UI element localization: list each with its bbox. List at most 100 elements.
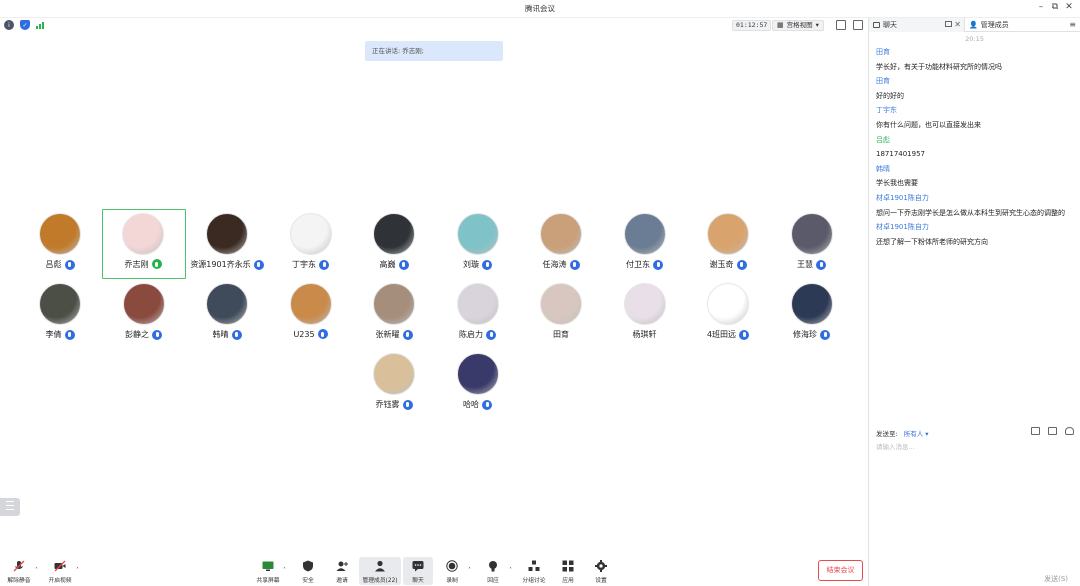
reaction-button[interactable]: 回应 <box>476 557 510 585</box>
participant-name-row: 资源1901齐永乐 <box>185 259 269 270</box>
settings-button[interactable]: 设置 <box>584 557 618 585</box>
chevron-up-icon[interactable]: ˄ <box>76 567 79 574</box>
send-to-select[interactable]: 所有人 ▾ <box>904 428 929 438</box>
send-button[interactable]: 发送(S) <box>1044 574 1068 584</box>
chevron-down-icon: ▾ <box>815 21 819 29</box>
chat-sender[interactable]: 丁宇东 <box>876 103 1080 118</box>
chevron-up-icon[interactable]: ˄ <box>509 567 512 574</box>
manage-members-button[interactable]: 管理成员(22) <box>359 557 401 585</box>
participant-name-row: 彭静之 <box>102 329 186 340</box>
participant-tile[interactable]: 资源1901齐永乐 <box>185 209 269 279</box>
participant-tile[interactable]: 田育 <box>519 279 603 349</box>
participant-tile[interactable]: 李倩 <box>18 279 102 349</box>
participant-tile[interactable]: 哈哈 <box>436 349 520 419</box>
breakout-icon <box>528 560 540 572</box>
participant-tile[interactable]: 王慧 <box>770 209 854 279</box>
participant-tile[interactable]: 张新曜 <box>352 279 436 349</box>
apps-icon <box>562 560 574 572</box>
microphone-muted-icon <box>13 560 25 572</box>
participant-tile[interactable]: 付卫东 <box>603 209 687 279</box>
chat-sender[interactable]: 材卓1901陈自力 <box>876 220 1080 235</box>
participant-tile[interactable]: 彭静之 <box>102 279 186 349</box>
chat-icon <box>873 21 880 28</box>
chat-button[interactable]: 聊天 <box>403 557 433 585</box>
mute-button[interactable]: 解除静音 <box>2 557 36 585</box>
participant-name-row: 李倩 <box>18 329 102 340</box>
avatar <box>540 283 582 325</box>
participant-tile[interactable]: 刘璇 <box>436 209 520 279</box>
avatar <box>707 213 749 255</box>
share-screen-icon <box>262 560 274 572</box>
view-switch-button[interactable]: ▦ 宫格视图 ▾ <box>772 20 824 31</box>
tab-manage-members[interactable]: 👤 管理成员 <box>965 18 1063 32</box>
record-button[interactable]: 录制 <box>435 557 469 585</box>
end-meeting-button[interactable]: 结束会议 <box>818 560 863 581</box>
close-icon[interactable]: ✕ <box>1062 2 1076 12</box>
microphone-icon <box>820 329 830 340</box>
chat-input[interactable]: 请输入消息... <box>876 441 915 451</box>
video-button[interactable]: 开启视频 <box>43 557 77 585</box>
avatar <box>39 213 81 255</box>
menu-icon[interactable]: ≡ <box>1069 20 1076 29</box>
fullscreen-icon[interactable] <box>836 20 846 30</box>
chevron-up-icon[interactable]: ˄ <box>468 567 471 574</box>
participant-tile[interactable]: 高巍 <box>352 209 436 279</box>
participant-tile[interactable]: 乔志刚 <box>101 209 186 279</box>
folder-icon[interactable] <box>1031 427 1040 435</box>
bottom-toolbar: 解除静音 ˄ 开启视频 ˄ 共享屏幕 ˄ 安全 邀请 管理成员(22) 聊天 录… <box>0 555 868 586</box>
participant-tile[interactable]: 乔钰雾 <box>352 349 436 419</box>
chat-sender[interactable]: 韩晴 <box>876 162 1080 177</box>
participant-name: 王慧 <box>797 260 813 269</box>
avatar <box>289 283 332 325</box>
avatar <box>206 213 248 255</box>
participant-name-row: 韩晴 <box>185 329 269 340</box>
participant-tile[interactable]: 谢玉奇 <box>686 209 770 279</box>
meeting-window: 腾讯会议 – ⧉ ✕ i ✓ 01:12:57 ▦ 宫格视图 ▾ 正在讲话: 乔… <box>0 0 1080 586</box>
participant-tile[interactable]: 陈启力 <box>436 279 520 349</box>
participant-list-toggle[interactable] <box>0 498 20 516</box>
close-icon[interactable]: ✕ <box>954 20 961 29</box>
participant-name: 吕彪 <box>45 260 62 269</box>
info-icon[interactable]: i <box>4 20 14 30</box>
apps-button[interactable]: 应用 <box>551 557 585 585</box>
shield-icon[interactable]: ✓ <box>20 20 30 30</box>
microphone-icon <box>569 259 580 270</box>
person-icon[interactable] <box>1065 427 1074 435</box>
chat-message-text: 学长我也需要 <box>876 179 918 188</box>
participant-tile[interactable]: 丁宇东 <box>269 209 353 279</box>
breakout-button[interactable]: 分组讨论 <box>517 557 551 585</box>
microphone-icon <box>152 329 162 340</box>
participant-tile[interactable]: U235 <box>269 279 353 349</box>
tab-manage-label: 管理成员 <box>980 20 1009 29</box>
invite-button[interactable]: 邀请 <box>325 557 359 585</box>
participant-tile[interactable]: 杨琪轩 <box>603 279 687 349</box>
microphone-icon <box>486 329 496 340</box>
chat-sender[interactable]: 材卓1901陈自力 <box>876 191 1080 206</box>
chevron-up-icon[interactable]: ˄ <box>35 567 38 574</box>
participant-tile[interactable]: 修海珍 <box>770 279 854 349</box>
chat-timestamp: 20:15 <box>965 35 984 43</box>
share-screen-button[interactable]: 共享屏幕 <box>251 557 285 585</box>
chat-sender[interactable]: 吕彪 <box>876 133 1080 148</box>
participant-tile[interactable]: 韩晴 <box>185 279 269 349</box>
participant-tile[interactable]: 任海涛 <box>519 209 603 279</box>
participant-tile[interactable]: 吕彪 <box>18 209 102 279</box>
avatar <box>540 213 582 255</box>
restore-icon[interactable]: ⧉ <box>1048 2 1062 12</box>
security-button[interactable]: 安全 <box>291 557 325 585</box>
invite-label: 邀请 <box>336 578 348 584</box>
chat-sender[interactable]: 田育 <box>876 74 1080 89</box>
avatar <box>373 283 415 325</box>
participant-tile[interactable]: 4班田远 <box>686 279 770 349</box>
participant-name: 彭静之 <box>125 330 149 339</box>
chevron-up-icon[interactable]: ˄ <box>283 567 286 574</box>
screenshot-icon[interactable] <box>1048 427 1057 435</box>
tab-chat[interactable]: 聊天 ✕ <box>869 17 965 32</box>
minimize-icon[interactable]: – <box>1034 2 1048 12</box>
chat-message-text: 学长好，有关于功能材料研究所的情况吗 <box>876 62 1002 71</box>
chat-sender[interactable]: 田育 <box>876 45 1080 60</box>
signal-icon[interactable] <box>36 21 44 29</box>
sidebar-toggle-icon[interactable] <box>853 20 863 30</box>
popout-icon[interactable] <box>945 20 952 27</box>
participant-name-row: 乔钰雾 <box>352 399 436 410</box>
